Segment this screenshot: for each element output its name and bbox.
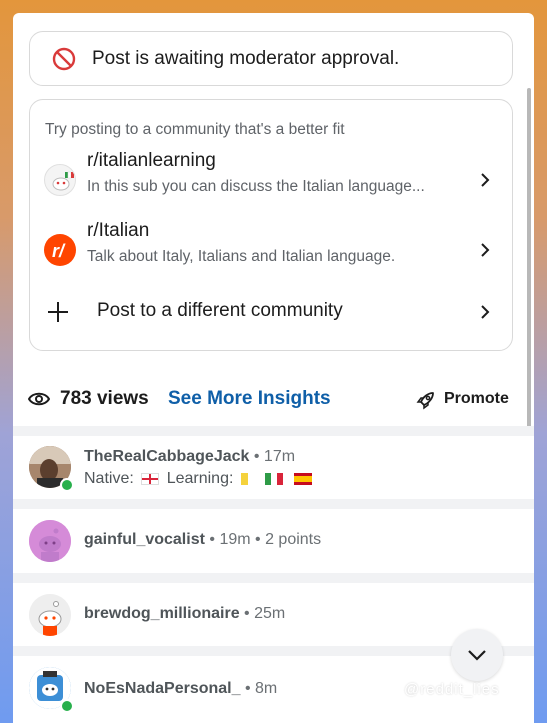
divider [13, 426, 534, 436]
moderation-notice: Post is awaiting moderator approval. [29, 31, 513, 86]
username[interactable]: brewdog_millionaire [84, 605, 240, 622]
timestamp: 8m [255, 680, 278, 697]
see-more-insights-link[interactable]: See More Insights [168, 388, 331, 410]
user-flair: Native: Learning: [84, 470, 315, 488]
community-description: Talk about Italy, Italians and Italian l… [87, 248, 396, 265]
comment-panel: Post is awaiting moderator approval. Try… [13, 13, 534, 723]
england-flag-icon [141, 472, 160, 485]
plus-icon [48, 302, 68, 322]
chevron-down-icon [468, 650, 486, 661]
comment-item[interactable]: TheRealCabbageJack • 17m Native: Learnin… [13, 436, 534, 499]
comment-item[interactable]: brewdog_millionaire • 25m [13, 583, 534, 646]
community-name: r/italianlearning [87, 150, 216, 171]
vatican-flag-icon [240, 472, 255, 485]
username[interactable]: gainful_vocalist [84, 531, 205, 548]
chevron-right-icon [481, 243, 490, 257]
promote-button[interactable]: Promote [444, 390, 509, 408]
suggestion-hint: Try posting to a community that's a bett… [45, 121, 345, 138]
post-stats-bar: 783 views See More Insights Promote [13, 381, 534, 417]
notice-text: Post is awaiting moderator approval. [92, 48, 400, 69]
other-community-label: Post to a different community [97, 300, 343, 321]
chevron-right-icon [481, 173, 490, 187]
subreddit-icon: r/ [52, 241, 66, 261]
eye-icon [28, 392, 50, 406]
ban-icon [52, 47, 76, 71]
points: 2 points [265, 531, 322, 548]
community-name: r/Italian [87, 220, 150, 241]
chevron-right-icon [481, 305, 490, 319]
comment-item[interactable]: gainful_vocalist • 19m • 2 points [13, 509, 534, 573]
views-count: 783 views [60, 388, 149, 409]
community-item-italian[interactable]: r/ r/Italian Talk about Italy, Italians … [30, 220, 512, 280]
flair-learning-label: Learning: [166, 470, 234, 487]
community-item-italianlearning[interactable]: r/italianlearning In this sub you can di… [30, 150, 512, 210]
watermark: @reddit_lies [404, 681, 500, 698]
online-indicator [60, 699, 74, 713]
comment-header: gainful_vocalist • 19m • 2 points [84, 531, 321, 549]
community-description: In this sub you can discuss the Italian … [87, 178, 425, 195]
svg-text:r/: r/ [52, 241, 66, 261]
timestamp: 17m [263, 448, 296, 465]
timestamp: 19m [219, 531, 251, 548]
flair-native-label: Native: [84, 470, 134, 487]
timestamp: 25m [254, 605, 286, 622]
separator: • [255, 531, 261, 548]
separator: • [253, 448, 260, 465]
scroll-down-button[interactable] [451, 629, 503, 681]
user-avatar[interactable] [29, 520, 71, 562]
comment-header: NoEsNadaPersonal_ • 8m [84, 680, 277, 698]
spain-flag-icon [293, 472, 312, 485]
rocket-icon[interactable] [416, 390, 436, 410]
community-avatar [44, 164, 76, 196]
username[interactable]: NoEsNadaPersonal_ [84, 680, 241, 697]
online-indicator [60, 478, 74, 492]
community-suggestions: Try posting to a community that's a bett… [29, 99, 513, 351]
separator: • [209, 531, 215, 548]
divider [13, 573, 534, 583]
italy-flag-icon [265, 472, 284, 485]
comment-header: TheRealCabbageJack • 17m [84, 448, 295, 466]
divider [13, 499, 534, 509]
community-avatar: r/ [44, 234, 76, 266]
separator: • [244, 605, 250, 622]
comment-header: brewdog_millionaire • 25m [84, 605, 285, 623]
username[interactable]: TheRealCabbageJack [84, 448, 249, 465]
post-to-different-community[interactable]: Post to a different community [30, 292, 512, 332]
snoo-italy-icon [52, 171, 74, 191]
separator: • [244, 680, 251, 697]
user-avatar[interactable] [29, 594, 71, 636]
